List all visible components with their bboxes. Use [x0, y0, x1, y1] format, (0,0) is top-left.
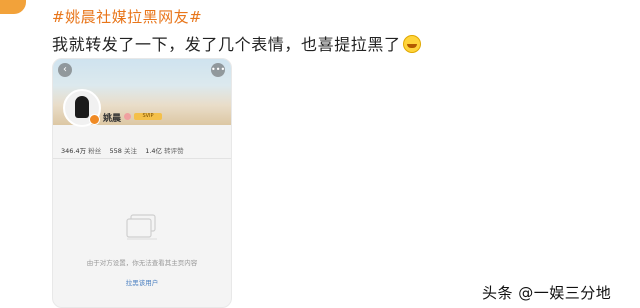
- post-text-content: 我就转发了一下，发了几个表情，也喜提拉黑了: [52, 35, 401, 54]
- top-corner-decoration: [0, 0, 26, 14]
- divider: [53, 158, 231, 159]
- post-text: 我就转发了一下，发了几个表情，也喜提拉黑了: [52, 31, 421, 55]
- avatar-silhouette: [75, 96, 89, 118]
- source-watermark: 头条 @一娱三分地: [482, 284, 612, 302]
- likes-label: 转评赞: [164, 147, 184, 155]
- verified-badge-icon: [89, 114, 100, 125]
- follow-label: 关注: [123, 147, 137, 155]
- follow-count: 558: [109, 147, 122, 155]
- fans-count: 346.4万: [61, 147, 87, 155]
- profile-stats: 346.4万 粉丝 558 关注 1.4亿 转评赞: [61, 145, 184, 155]
- profile-screenshot-card[interactable]: ‹ ••• 姚晨 SVIP 346.4万 粉丝 558 关注 1.4亿 转评赞 …: [52, 58, 232, 308]
- profile-name: 姚晨: [103, 114, 122, 124]
- fans-label: 粉丝: [88, 147, 102, 155]
- back-icon[interactable]: ‹: [58, 63, 72, 77]
- laughing-tears-emoji-icon: [402, 35, 421, 53]
- unblock-user-button[interactable]: 拉黑该用户: [53, 277, 231, 287]
- gender-icon: [124, 113, 131, 120]
- likes-count: 1.4亿: [145, 147, 163, 155]
- empty-message: 由于对方设置，你无法查看其主页内容: [86, 259, 198, 267]
- more-icon[interactable]: •••: [211, 63, 225, 77]
- empty-content-icon: [126, 214, 157, 240]
- hashtag-topic[interactable]: #姚晨社媒拉黑网友#: [52, 6, 202, 27]
- vip-badge: SVIP: [134, 113, 162, 120]
